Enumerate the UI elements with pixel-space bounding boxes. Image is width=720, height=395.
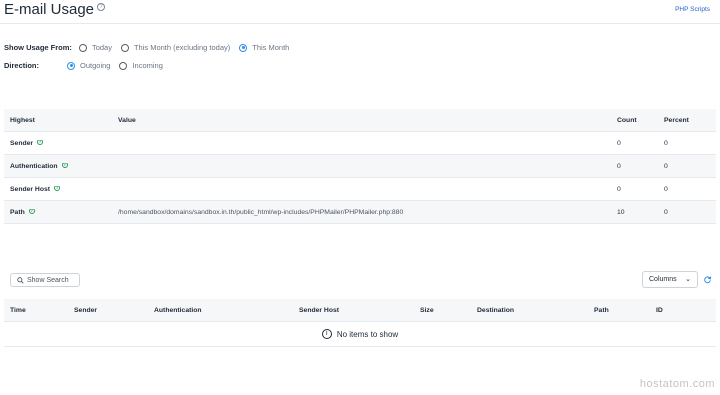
row-label-sender-host: Sender Host? bbox=[10, 185, 61, 193]
chevron-down-icon: ⌄ bbox=[685, 276, 691, 283]
row-value: /home/sandbox/domains/sandbox.in.th/publ… bbox=[118, 208, 404, 216]
row-percent: 0 bbox=[664, 139, 668, 147]
empty-state-message: No items to show bbox=[336, 329, 399, 339]
watermark: hostatom.com bbox=[639, 378, 715, 390]
row-count: 10 bbox=[617, 208, 625, 216]
email-log-table: Time Sender Authentication Sender Host S… bbox=[4, 299, 716, 322]
column-header-count[interactable]: Count bbox=[611, 117, 658, 124]
log-table-header: Time Sender Authentication Sender Host S… bbox=[4, 299, 716, 322]
search-icon bbox=[17, 276, 24, 284]
column-header-sender-host[interactable]: Sender Host bbox=[293, 307, 414, 314]
column-header-time[interactable]: Time bbox=[4, 307, 68, 314]
column-header-highest[interactable]: Highest bbox=[4, 117, 112, 124]
summary-table-header: Highest Value Count Percent bbox=[4, 109, 716, 132]
question-circle-icon[interactable]: ? bbox=[97, 3, 106, 12]
column-header-size[interactable]: Size bbox=[414, 307, 471, 314]
info-icon[interactable]: ? bbox=[37, 139, 44, 145]
column-header-percent[interactable]: Percent bbox=[658, 117, 716, 124]
row-percent: 0 bbox=[664, 185, 668, 193]
summary-table: Highest Value Count Percent Sender? 0 0 … bbox=[4, 109, 716, 224]
direction-group: Direction: Outgoing Incoming bbox=[4, 61, 172, 70]
radio-today[interactable] bbox=[78, 43, 87, 52]
page-header: E-mail Usage? PHP Scripts bbox=[0, 0, 720, 24]
radio-incoming[interactable] bbox=[119, 61, 128, 70]
table-row: Sender? 0 0 bbox=[4, 132, 716, 155]
column-header-id[interactable]: ID bbox=[650, 307, 716, 314]
direction-option-incoming[interactable]: Incoming bbox=[119, 61, 163, 70]
usage-period-group: Show Usage From: Today This Month (exclu… bbox=[4, 43, 298, 52]
row-count: 0 bbox=[617, 162, 621, 170]
usage-option-this-month-excluding-today[interactable]: This Month (excluding today) bbox=[120, 43, 230, 52]
radio-this-month-excluding-today[interactable] bbox=[120, 43, 129, 52]
info-icon[interactable]: ? bbox=[54, 185, 61, 191]
refresh-icon[interactable] bbox=[703, 275, 712, 284]
info-icon[interactable]: ? bbox=[61, 162, 68, 168]
show-search-button[interactable]: Show Search bbox=[10, 273, 80, 287]
column-header-value[interactable]: Value bbox=[112, 117, 611, 124]
column-header-authentication[interactable]: Authentication bbox=[148, 307, 293, 314]
php-scripts-link[interactable]: PHP Scripts bbox=[675, 6, 710, 13]
columns-select[interactable]: Columns ⌄ bbox=[642, 271, 698, 288]
info-icon: i bbox=[321, 329, 332, 339]
usage-option-this-month[interactable]: This Month bbox=[239, 43, 289, 52]
empty-state: i No items to show bbox=[4, 322, 716, 347]
table-row: Path? /home/sandbox/domains/sandbox.in.t… bbox=[4, 201, 716, 224]
column-header-sender[interactable]: Sender bbox=[68, 307, 148, 314]
table-row: Sender Host? 0 0 bbox=[4, 178, 716, 201]
row-count: 0 bbox=[617, 139, 621, 147]
usage-option-today[interactable]: Today bbox=[78, 43, 112, 52]
row-percent: 0 bbox=[664, 208, 668, 216]
row-percent: 0 bbox=[664, 162, 668, 170]
direction-label: Direction: bbox=[4, 61, 40, 70]
row-label-sender: Sender? bbox=[10, 139, 44, 147]
row-label-path: Path? bbox=[10, 208, 35, 216]
page-title: E-mail Usage? bbox=[4, 1, 106, 18]
column-header-destination[interactable]: Destination bbox=[471, 307, 588, 314]
row-label-authentication: Authentication? bbox=[10, 162, 68, 170]
table-row: Authentication? 0 0 bbox=[4, 155, 716, 178]
column-header-path[interactable]: Path bbox=[588, 307, 650, 314]
radio-this-month[interactable] bbox=[239, 43, 248, 52]
row-count: 0 bbox=[617, 185, 621, 193]
usage-period-label: Show Usage From: bbox=[4, 43, 72, 52]
radio-outgoing[interactable] bbox=[67, 61, 76, 70]
direction-option-outgoing[interactable]: Outgoing bbox=[67, 61, 110, 70]
info-icon[interactable]: ? bbox=[28, 208, 35, 214]
